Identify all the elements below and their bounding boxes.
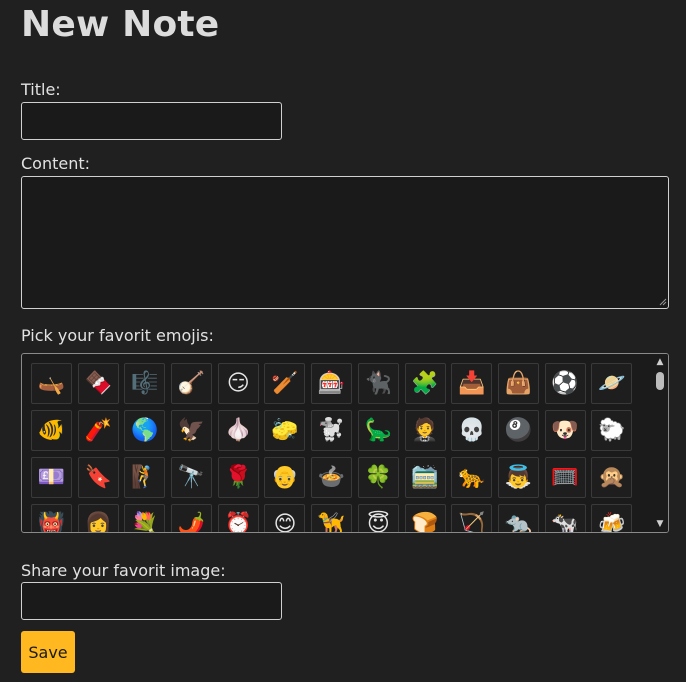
emoji-option[interactable]: 🎱: [497, 410, 539, 451]
emoji-option[interactable]: 🐀: [497, 504, 539, 532]
emoji-option[interactable]: 🤵: [404, 410, 446, 451]
emoji-option[interactable]: 🐑: [591, 410, 633, 451]
content-label: Content:: [21, 154, 91, 173]
emoji-option[interactable]: 💷: [31, 457, 72, 498]
title-input[interactable]: [21, 102, 282, 140]
emoji-option[interactable]: 🍻: [591, 504, 633, 532]
emoji-option[interactable]: 🐩: [311, 410, 353, 451]
title-label: Title:: [21, 80, 61, 99]
emoji-option[interactable]: 🌹: [217, 457, 259, 498]
emoji-option[interactable]: 🧽: [264, 410, 306, 451]
emoji-option[interactable]: 🥅: [544, 457, 586, 498]
emoji-option[interactable]: 🐄: [544, 504, 586, 532]
new-note-page: New Note Title: Content: Pick your favor…: [0, 0, 686, 682]
emoji-option[interactable]: 📥: [451, 363, 493, 404]
image-input[interactable]: [21, 582, 282, 620]
emoji-option[interactable]: 🧨: [77, 410, 119, 451]
emoji-option[interactable]: 🚞: [404, 457, 446, 498]
emoji-option[interactable]: 💐: [124, 504, 166, 532]
emoji-option[interactable]: 😊: [264, 504, 306, 532]
emoji-option[interactable]: 👴: [264, 457, 306, 498]
emoji-option[interactable]: 🛶: [31, 363, 72, 404]
emoji-option[interactable]: 🙊: [591, 457, 633, 498]
emoji-option[interactable]: 🦮: [311, 504, 353, 532]
emoji-option[interactable]: 👩: [77, 504, 119, 532]
emoji-option[interactable]: 🍫: [77, 363, 119, 404]
scroll-up-arrow-icon[interactable]: ▲: [655, 357, 665, 367]
emoji-option[interactable]: 🎼: [124, 363, 166, 404]
emoji-option[interactable]: 😇: [357, 504, 399, 532]
page-title: New Note: [21, 4, 220, 45]
content-textarea[interactable]: [21, 176, 669, 309]
emoji-option[interactable]: 🐆: [451, 457, 493, 498]
image-label: Share your favorit image:: [21, 561, 226, 580]
emoji-option[interactable]: ⚽: [544, 363, 586, 404]
emoji-option[interactable]: 🧗: [124, 457, 166, 498]
emoji-option[interactable]: 🦅: [171, 410, 213, 451]
emoji-option[interactable]: 🍀: [357, 457, 399, 498]
emoji-option[interactable]: 🦕: [357, 410, 399, 451]
emoji-picker[interactable]: 🛶 🍫 🎼 🪕 😏 🏏 🎰 🐈‍⬛ 🧩 📥 👜 ⚽ 🪐 🐠 🧨 🌎 🦅 🧄 🧽 🐩 🦕 🤵 💀 🎱 🐶 🐑 💷 🔖 🧗 🔭 🌹 👴 🍲 🍀 🚞 🐆 👼 🥅…: [21, 353, 669, 533]
scroll-down-arrow-icon[interactable]: ▼: [655, 519, 665, 529]
emoji-option[interactable]: 🪐: [591, 363, 633, 404]
emoji-option[interactable]: 🐈‍⬛: [357, 363, 399, 404]
emoji-option[interactable]: ⏰: [217, 504, 259, 532]
emoji-option[interactable]: 👹: [31, 504, 72, 532]
emoji-option[interactable]: 🌶️: [171, 504, 213, 532]
scroll-thumb[interactable]: [656, 372, 664, 390]
emoji-option[interactable]: 🐶: [544, 410, 586, 451]
emoji-option[interactable]: 🪕: [171, 363, 213, 404]
emoji-option[interactable]: 🏹: [451, 504, 493, 532]
emoji-option[interactable]: 🏏: [264, 363, 306, 404]
emoji-grid: 🛶 🍫 🎼 🪕 😏 🏏 🎰 🐈‍⬛ 🧩 📥 👜 ⚽ 🪐 🐠 🧨 🌎 🦅 🧄 🧽 🐩 🦕 🤵 💀 🎱 🐶 🐑 💷 🔖 🧗 🔭 🌹 👴 🍲 🍀 🚞 🐆 👼 🥅…: [31, 363, 651, 532]
emoji-option[interactable]: 🍲: [311, 457, 353, 498]
emoji-option[interactable]: 👼: [497, 457, 539, 498]
emoji-option[interactable]: 💀: [451, 410, 493, 451]
emoji-option[interactable]: 🔖: [77, 457, 119, 498]
emoji-option[interactable]: 👜: [497, 363, 539, 404]
emoji-scrollbar[interactable]: ▲ ▼: [652, 354, 668, 532]
emoji-option[interactable]: 🧄: [217, 410, 259, 451]
emoji-option[interactable]: 🌎: [124, 410, 166, 451]
emoji-option[interactable]: 🐠: [31, 410, 72, 451]
emoji-option[interactable]: 🍞: [404, 504, 446, 532]
emoji-label: Pick your favorit emojis:: [21, 326, 214, 345]
emoji-option[interactable]: 😏: [217, 363, 259, 404]
emoji-option[interactable]: 🎰: [311, 363, 353, 404]
save-button[interactable]: Save: [21, 631, 75, 673]
emoji-option[interactable]: 🧩: [404, 363, 446, 404]
emoji-option[interactable]: 🔭: [171, 457, 213, 498]
